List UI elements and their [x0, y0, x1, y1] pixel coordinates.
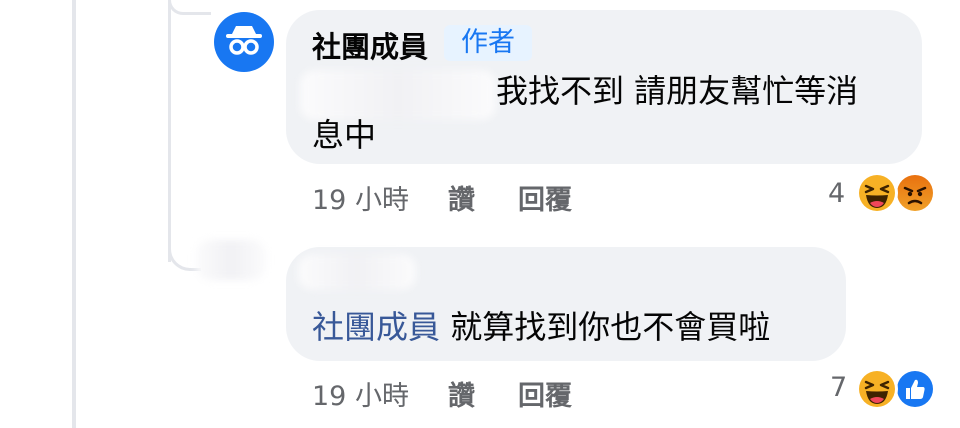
mention-link[interactable]: 社團成員	[312, 308, 440, 346]
haha-icon[interactable]	[856, 172, 898, 214]
comment-time[interactable]: 19 小時	[312, 178, 409, 217]
comment-meta: 19 小時 讚 回覆	[312, 374, 612, 412]
like-button[interactable]: 讚	[448, 374, 475, 413]
reply-button[interactable]: 回覆	[518, 374, 572, 413]
redacted-avatar	[196, 240, 266, 280]
reply-button[interactable]: 回覆	[518, 178, 572, 217]
comment-text: 社團成員 就算找到你也不會買啦	[312, 308, 771, 346]
reaction-count[interactable]: 7	[830, 372, 847, 403]
anonymous-avatar[interactable]	[214, 12, 274, 72]
author-badge: 作者	[444, 25, 532, 61]
thread-line	[168, 0, 171, 262]
redacted-author	[298, 254, 416, 290]
comment-text: 我找不到 請朋友幫忙等消	[496, 72, 859, 110]
comment-meta: 19 小時 讚 回覆	[312, 178, 612, 216]
comment-author[interactable]: 社團成員	[312, 24, 428, 66]
like-icon[interactable]	[894, 368, 936, 410]
haha-icon[interactable]	[856, 368, 898, 410]
reaction-count[interactable]: 4	[828, 178, 845, 209]
thread-connector	[168, 0, 211, 15]
comment-text: 息中	[312, 116, 377, 154]
incognito-icon	[226, 26, 262, 55]
angry-icon[interactable]	[894, 172, 936, 214]
like-button[interactable]: 讚	[448, 178, 475, 217]
comment-time[interactable]: 19 小時	[312, 374, 409, 413]
thread-line	[72, 0, 76, 428]
